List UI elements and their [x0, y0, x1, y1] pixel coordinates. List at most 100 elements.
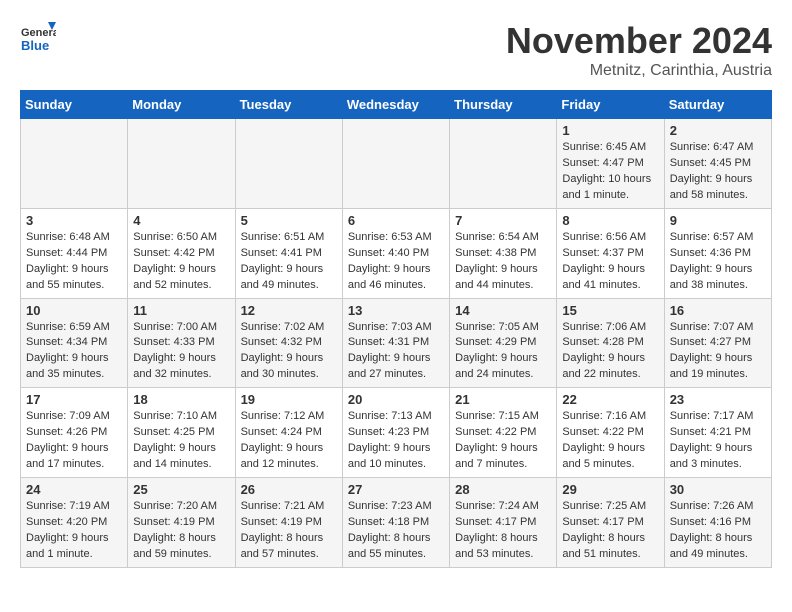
- day-info: Sunrise: 7:21 AM Sunset: 4:19 PM Dayligh…: [241, 499, 337, 563]
- svg-text:Blue: Blue: [21, 38, 49, 53]
- day-info: Sunrise: 7:20 AM Sunset: 4:19 PM Dayligh…: [133, 499, 229, 563]
- calendar-cell: 28 Sunrise: 7:24 AM Sunset: 4:17 PM Dayli…: [450, 478, 557, 568]
- calendar-cell: 25Sunrise: 7:20 AM Sunset: 4:19 PM Dayli…: [128, 478, 235, 568]
- day-info: Sunrise: 7:07 AM Sunset: 4:27 PM Dayligh…: [670, 320, 766, 384]
- day-number: 1: [562, 123, 658, 138]
- month-title: November 2024: [506, 20, 772, 62]
- title-area: November 2024 Metnitz, Carinthia, Austri…: [506, 20, 772, 80]
- calendar-cell: 12Sunrise: 7:02 AM Sunset: 4:32 PM Dayli…: [235, 298, 342, 388]
- calendar-cell: 15 Sunrise: 7:06 AM Sunset: 4:28 PM Dayli…: [557, 298, 664, 388]
- day-number: 10: [26, 303, 122, 318]
- day-info: Sunrise: 7:19 AM Sunset: 4:20 PM Dayligh…: [26, 499, 122, 563]
- header: General Blue November 2024 Metnitz, Cari…: [20, 20, 772, 80]
- day-number: 6: [348, 213, 444, 228]
- day-number: 20: [348, 392, 444, 407]
- day-number: 24: [26, 482, 122, 497]
- calendar-cell: [21, 119, 128, 209]
- weekday-header: Sunday: [21, 91, 128, 119]
- calendar-cell: 17 Sunrise: 7:09 AM Sunset: 4:26 PM Dayli…: [21, 388, 128, 478]
- day-number: 11: [133, 303, 229, 318]
- calendar-cell: 3 Sunrise: 6:48 AM Sunset: 4:44 PM Daylig…: [21, 208, 128, 298]
- calendar-week-row: 3 Sunrise: 6:48 AM Sunset: 4:44 PM Daylig…: [21, 208, 772, 298]
- calendar-cell: 5 Sunrise: 6:51 AM Sunset: 4:41 PM Daylig…: [235, 208, 342, 298]
- day-info: Sunrise: 7:05 AM Sunset: 4:29 PM Dayligh…: [455, 320, 551, 384]
- calendar-cell: 2Sunrise: 6:47 AM Sunset: 4:45 PM Daylig…: [664, 119, 771, 209]
- calendar-cell: 20 Sunrise: 7:13 AM Sunset: 4:23 PM Dayli…: [342, 388, 449, 478]
- day-number: 19: [241, 392, 337, 407]
- day-number: 13: [348, 303, 444, 318]
- day-info: Sunrise: 7:16 AM Sunset: 4:22 PM Dayligh…: [562, 409, 658, 473]
- calendar-cell: [128, 119, 235, 209]
- weekday-header: Tuesday: [235, 91, 342, 119]
- day-info: Sunrise: 7:09 AM Sunset: 4:26 PM Dayligh…: [26, 409, 122, 473]
- day-info: Sunrise: 7:15 AM Sunset: 4:22 PM Dayligh…: [455, 409, 551, 473]
- day-number: 27: [348, 482, 444, 497]
- calendar-week-row: 17 Sunrise: 7:09 AM Sunset: 4:26 PM Dayli…: [21, 388, 772, 478]
- calendar-cell: 9 Sunrise: 6:57 AM Sunset: 4:36 PM Daylig…: [664, 208, 771, 298]
- day-number: 23: [670, 392, 766, 407]
- calendar-cell: 29 Sunrise: 7:25 AM Sunset: 4:17 PM Dayli…: [557, 478, 664, 568]
- calendar-cell: 16 Sunrise: 7:07 AM Sunset: 4:27 PM Dayli…: [664, 298, 771, 388]
- day-number: 29: [562, 482, 658, 497]
- day-number: 3: [26, 213, 122, 228]
- calendar-cell: 24 Sunrise: 7:19 AM Sunset: 4:20 PM Dayli…: [21, 478, 128, 568]
- day-number: 17: [26, 392, 122, 407]
- calendar-cell: 7 Sunrise: 6:54 AM Sunset: 4:38 PM Daylig…: [450, 208, 557, 298]
- calendar-cell: 26 Sunrise: 7:21 AM Sunset: 4:19 PM Dayli…: [235, 478, 342, 568]
- day-info: Sunrise: 7:23 AM Sunset: 4:18 PM Dayligh…: [348, 499, 444, 563]
- day-info: Sunrise: 7:12 AM Sunset: 4:24 PM Dayligh…: [241, 409, 337, 473]
- day-info: Sunrise: 7:13 AM Sunset: 4:23 PM Dayligh…: [348, 409, 444, 473]
- day-number: 30: [670, 482, 766, 497]
- day-number: 21: [455, 392, 551, 407]
- day-number: 12: [241, 303, 337, 318]
- weekday-header: Thursday: [450, 91, 557, 119]
- day-info: Sunrise: 7:00 AM Sunset: 4:33 PM Dayligh…: [133, 320, 229, 384]
- day-info: Sunrise: 7:06 AM Sunset: 4:28 PM Dayligh…: [562, 320, 658, 384]
- day-number: 15: [562, 303, 658, 318]
- day-info: Sunrise: 6:51 AM Sunset: 4:41 PM Dayligh…: [241, 230, 337, 294]
- day-number: 5: [241, 213, 337, 228]
- day-info: Sunrise: 7:10 AM Sunset: 4:25 PM Dayligh…: [133, 409, 229, 473]
- day-info: Sunrise: 6:48 AM Sunset: 4:44 PM Dayligh…: [26, 230, 122, 294]
- day-number: 22: [562, 392, 658, 407]
- day-info: Sunrise: 6:47 AM Sunset: 4:45 PM Dayligh…: [670, 140, 766, 204]
- day-number: 9: [670, 213, 766, 228]
- calendar-cell: [342, 119, 449, 209]
- calendar-cell: 23Sunrise: 7:17 AM Sunset: 4:21 PM Dayli…: [664, 388, 771, 478]
- day-info: Sunrise: 6:57 AM Sunset: 4:36 PM Dayligh…: [670, 230, 766, 294]
- calendar-cell: 6 Sunrise: 6:53 AM Sunset: 4:40 PM Daylig…: [342, 208, 449, 298]
- day-info: Sunrise: 6:50 AM Sunset: 4:42 PM Dayligh…: [133, 230, 229, 294]
- day-number: 8: [562, 213, 658, 228]
- day-number: 26: [241, 482, 337, 497]
- calendar-cell: [450, 119, 557, 209]
- day-number: 14: [455, 303, 551, 318]
- calendar-cell: 30 Sunrise: 7:26 AM Sunset: 4:16 PM Dayli…: [664, 478, 771, 568]
- day-number: 28: [455, 482, 551, 497]
- calendar-cell: 21 Sunrise: 7:15 AM Sunset: 4:22 PM Dayli…: [450, 388, 557, 478]
- location-subtitle: Metnitz, Carinthia, Austria: [506, 62, 772, 80]
- day-info: Sunrise: 7:24 AM Sunset: 4:17 PM Dayligh…: [455, 499, 551, 563]
- calendar-cell: 18 Sunrise: 7:10 AM Sunset: 4:25 PM Dayli…: [128, 388, 235, 478]
- day-info: Sunrise: 6:53 AM Sunset: 4:40 PM Dayligh…: [348, 230, 444, 294]
- calendar-cell: 11 Sunrise: 7:00 AM Sunset: 4:33 PM Dayli…: [128, 298, 235, 388]
- day-info: Sunrise: 6:54 AM Sunset: 4:38 PM Dayligh…: [455, 230, 551, 294]
- day-number: 7: [455, 213, 551, 228]
- calendar-cell: 14 Sunrise: 7:05 AM Sunset: 4:29 PM Dayli…: [450, 298, 557, 388]
- day-info: Sunrise: 7:25 AM Sunset: 4:17 PM Dayligh…: [562, 499, 658, 563]
- day-number: 18: [133, 392, 229, 407]
- day-info: Sunrise: 7:03 AM Sunset: 4:31 PM Dayligh…: [348, 320, 444, 384]
- day-info: Sunrise: 7:26 AM Sunset: 4:16 PM Dayligh…: [670, 499, 766, 563]
- header-row: SundayMondayTuesdayWednesdayThursdayFrid…: [21, 91, 772, 119]
- weekday-header: Saturday: [664, 91, 771, 119]
- day-info: Sunrise: 6:56 AM Sunset: 4:37 PM Dayligh…: [562, 230, 658, 294]
- calendar-cell: 27 Sunrise: 7:23 AM Sunset: 4:18 PM Dayli…: [342, 478, 449, 568]
- calendar-cell: 13 Sunrise: 7:03 AM Sunset: 4:31 PM Dayli…: [342, 298, 449, 388]
- calendar-header: SundayMondayTuesdayWednesdayThursdayFrid…: [21, 91, 772, 119]
- logo-svg: General Blue: [20, 20, 56, 56]
- calendar-table: SundayMondayTuesdayWednesdayThursdayFrid…: [20, 90, 772, 568]
- day-number: 16: [670, 303, 766, 318]
- day-info: Sunrise: 6:45 AM Sunset: 4:47 PM Dayligh…: [562, 140, 658, 204]
- calendar-week-row: 1 Sunrise: 6:45 AM Sunset: 4:47 PM Daylig…: [21, 119, 772, 209]
- calendar-week-row: 24 Sunrise: 7:19 AM Sunset: 4:20 PM Dayli…: [21, 478, 772, 568]
- weekday-header: Friday: [557, 91, 664, 119]
